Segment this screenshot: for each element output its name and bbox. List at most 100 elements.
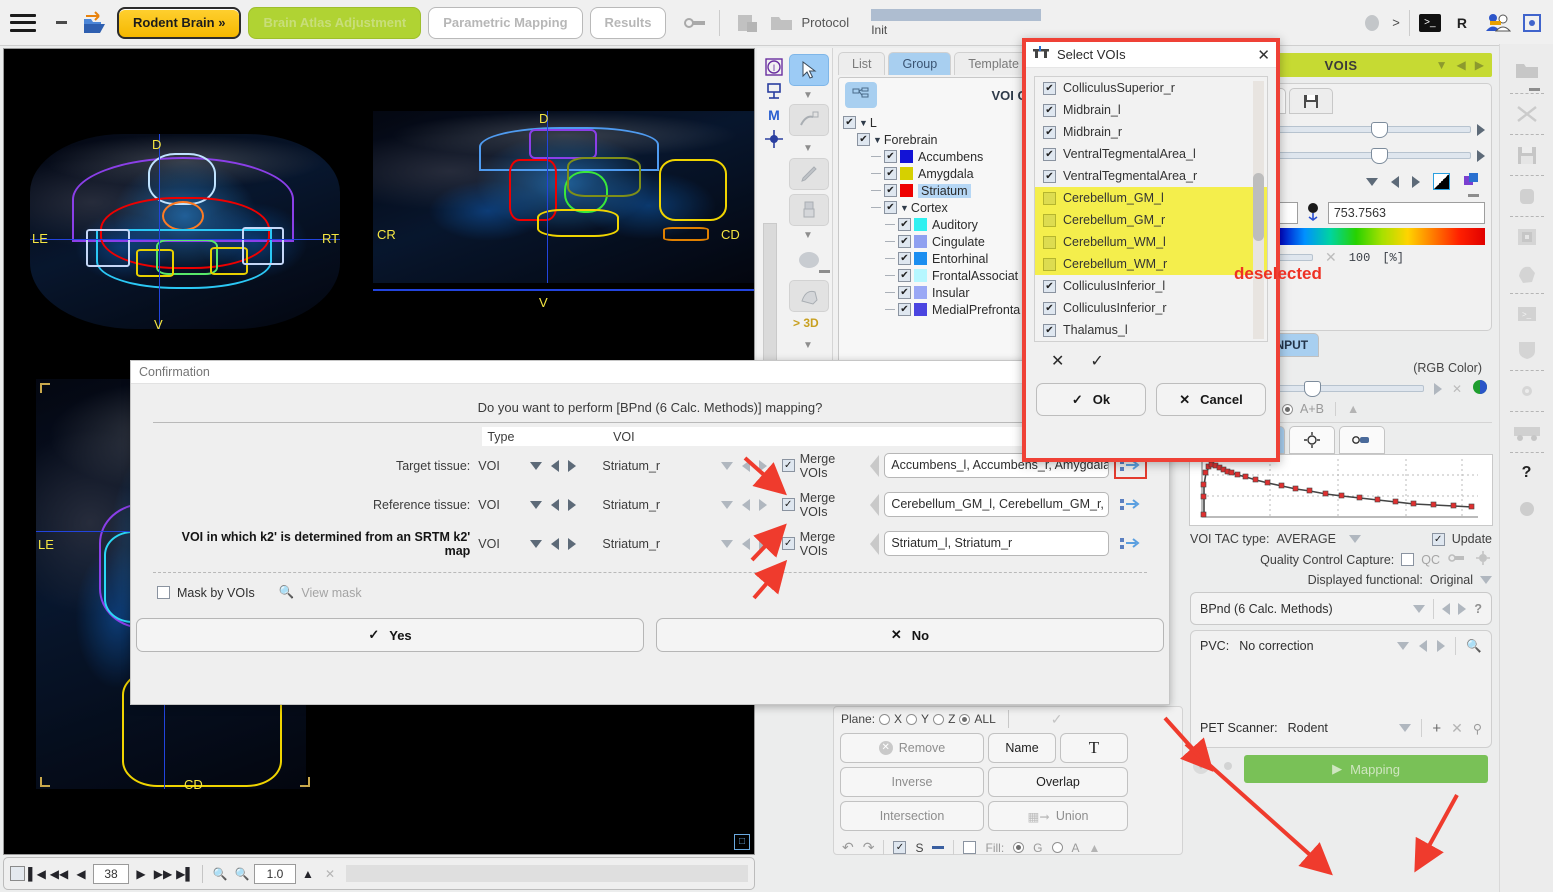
region-tool-button[interactable]	[789, 280, 829, 312]
model-prev-icon[interactable]	[1442, 602, 1451, 615]
k2prime-voi-arrows[interactable]	[720, 537, 782, 550]
threshold-icon[interactable]	[1304, 201, 1322, 224]
rail-minus-icon[interactable]	[1529, 88, 1540, 91]
rail-close-x-icon[interactable]	[1510, 99, 1544, 129]
ok-button[interactable]: ✓ Ok	[1036, 383, 1146, 416]
select-vois-list-item[interactable]: ✔ ColliculusSuperior_r	[1035, 77, 1267, 99]
zoom-up-icon[interactable]: ▲	[298, 863, 318, 885]
minimize-icon[interactable]	[50, 12, 72, 34]
overlap-button[interactable]: Overlap	[988, 767, 1128, 797]
k2prime-voi-prev-icon[interactable]	[741, 537, 750, 550]
target-voi-dropdown-icon[interactable]	[720, 461, 733, 470]
reference-voi-dropdown-icon[interactable]	[720, 500, 733, 509]
link-icon[interactable]	[680, 9, 710, 37]
vois-next-icon[interactable]: ▶	[1475, 58, 1484, 72]
step-parametric-mapping[interactable]: Parametric Mapping	[428, 6, 583, 39]
pet-scanner-value[interactable]: Rodent	[1288, 721, 1328, 735]
voi-tree-checkbox[interactable]: ✔	[898, 303, 911, 316]
vois-prev-icon[interactable]: ◀	[1457, 58, 1466, 72]
k2prime-type-prev-icon[interactable]	[550, 537, 559, 550]
target-tissue-arrows[interactable]	[529, 459, 603, 472]
voi-tree-checkbox[interactable]: ✔	[898, 269, 911, 282]
zoom-in-icon[interactable]: 🔍	[210, 863, 230, 885]
select-vois-item-checkbox[interactable]	[1043, 235, 1056, 249]
target-merge-checkbox[interactable]: ✓	[781, 459, 795, 472]
pvc-next-icon[interactable]	[1437, 640, 1446, 652]
qc-checkbox[interactable]	[1401, 553, 1415, 566]
reference-select-vois-button[interactable]	[1114, 492, 1147, 518]
tab-link-icon[interactable]	[1339, 426, 1385, 454]
footer-up-icon[interactable]: ▲	[1089, 841, 1101, 855]
target-type-next-icon[interactable]	[567, 459, 576, 472]
zoom-clear-icon[interactable]: ✕	[320, 863, 340, 885]
users-icon[interactable]	[1483, 9, 1513, 37]
select-vois-list-item[interactable]: Cerebellum_GM_l	[1035, 187, 1267, 209]
mask-by-vois-checkbox[interactable]	[157, 586, 170, 599]
plane-radio-x[interactable]	[879, 713, 891, 725]
brush-tool-caret[interactable]: ▼	[803, 230, 813, 241]
select-vois-list-item[interactable]: ✔ Thalamus_l	[1035, 319, 1267, 341]
pvc-prev-icon[interactable]	[1419, 640, 1428, 652]
tac-plot[interactable]	[1189, 454, 1493, 526]
voi-tree-checkbox[interactable]: ✔	[884, 167, 897, 180]
rail-shield-icon[interactable]	[1510, 335, 1544, 365]
intersection-button[interactable]: Intersection	[840, 801, 984, 831]
tree-expander-icon[interactable]: ▼	[900, 203, 909, 213]
displayed-functional-value[interactable]: Original	[1430, 573, 1473, 587]
target-voi-arrows[interactable]	[720, 459, 782, 472]
chevron-right-icon[interactable]: >	[1392, 15, 1400, 30]
pen-tool-button[interactable]	[789, 158, 829, 190]
step-brain-atlas-adjustment[interactable]: Brain Atlas Adjustment	[248, 6, 422, 39]
k2prime-voi-dropdown-icon[interactable]	[720, 539, 733, 548]
plane-radio-all[interactable]	[959, 713, 971, 725]
rail-save-icon[interactable]	[1510, 140, 1544, 170]
reference-voi-arrows[interactable]	[720, 498, 782, 511]
mapping-options-icon[interactable]	[1190, 756, 1212, 779]
plane-radio-y[interactable]	[906, 713, 918, 725]
rail-scanner-icon[interactable]	[1510, 417, 1544, 447]
deselect-all-icon[interactable]: ✕	[1051, 351, 1064, 371]
voi-tree-checkbox[interactable]: ✔	[884, 184, 897, 197]
reference-merge-checkbox[interactable]: ✓	[781, 498, 795, 511]
menu-icon[interactable]	[10, 13, 36, 32]
rail-folder-icon[interactable]	[1510, 55, 1544, 85]
sagittal-crosshair-h2[interactable]	[373, 290, 754, 291]
invert-lut-icon[interactable]	[1433, 173, 1450, 190]
rail-terminal-icon[interactable]: >_	[1510, 299, 1544, 329]
rail-brain-icon[interactable]	[1510, 258, 1544, 288]
reference-voi-prev-icon[interactable]	[741, 498, 750, 511]
database-icon[interactable]	[733, 9, 763, 37]
union-button[interactable]: ▦➞ Union	[988, 801, 1128, 831]
voi-tree-checkbox[interactable]: ✔	[857, 133, 870, 146]
slider-2-track[interactable]	[1263, 148, 1471, 164]
qc-capture-icon[interactable]	[1474, 550, 1492, 569]
footer-minus-icon[interactable]	[932, 846, 945, 849]
vois-dropdown-icon[interactable]: ▼	[1436, 58, 1448, 72]
contour-tool-button[interactable]	[789, 104, 829, 136]
pointer-tool-button[interactable]	[789, 54, 829, 86]
first-frame-icon[interactable]: ▌◀	[27, 863, 47, 885]
rail-gear-icon[interactable]	[1510, 376, 1544, 406]
voi-tree-checkbox[interactable]: ✔	[898, 286, 911, 299]
fill-radio-g[interactable]	[1013, 842, 1025, 853]
reference-merge-value[interactable]: Cerebellum_GM_l, Cerebellum_GM_r, C	[884, 492, 1109, 517]
sagittal-view[interactable]: D CR CD V	[369, 49, 754, 356]
lut-prev-icon[interactable]	[1391, 175, 1399, 188]
rewind-icon[interactable]: ◀◀	[49, 863, 69, 885]
reference-type-prev-icon[interactable]	[550, 498, 559, 511]
select-all-icon[interactable]: ✓	[1090, 351, 1103, 371]
select-vois-item-checkbox[interactable]: ✔	[1043, 103, 1056, 117]
window-icon[interactable]	[1517, 9, 1547, 37]
opacity-clear-icon[interactable]: ✕	[1325, 249, 1337, 266]
model-help-icon[interactable]: ?	[1474, 602, 1482, 616]
select-vois-list-item[interactable]: ✔ Midbrain_r	[1035, 121, 1267, 143]
pet-remove-icon[interactable]: ✕	[1451, 720, 1463, 737]
pvc-zoom-icon[interactable]: 🔍	[1466, 639, 1482, 654]
rail-matrix-icon[interactable]	[1510, 222, 1544, 252]
reference-type-dropdown-icon[interactable]	[529, 500, 542, 509]
copy-lut-icon[interactable]	[1463, 172, 1481, 191]
playbar-checkbox[interactable]	[10, 866, 25, 881]
slider-1-knob[interactable]	[1371, 122, 1389, 138]
qc-link-icon[interactable]	[1447, 552, 1467, 567]
name-button[interactable]: Name	[988, 733, 1056, 763]
